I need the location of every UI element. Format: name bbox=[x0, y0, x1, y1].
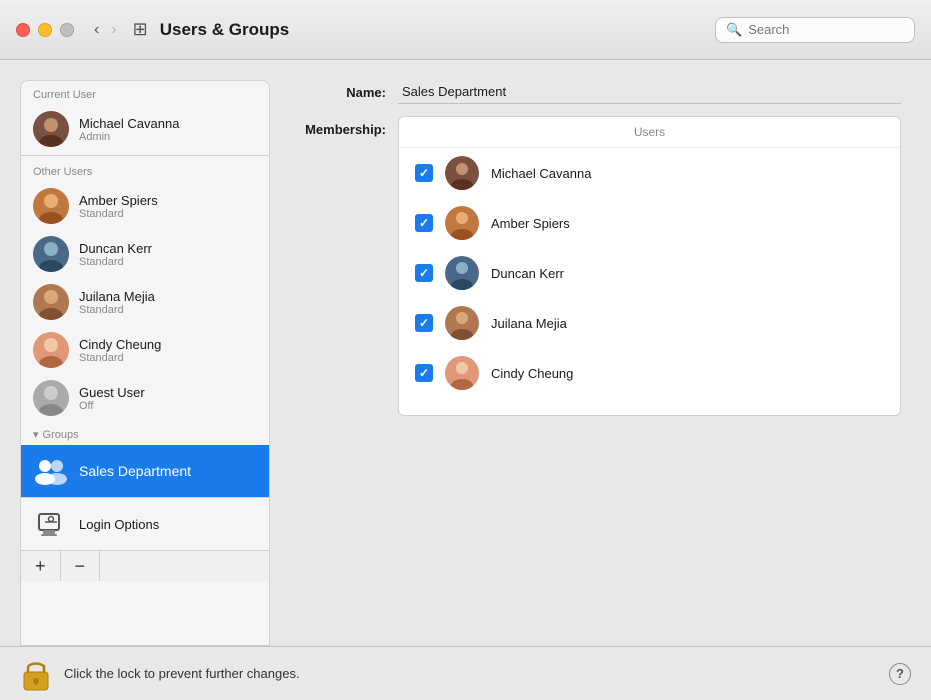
minimize-button[interactable] bbox=[38, 23, 52, 37]
nav-arrows: ‹ › bbox=[90, 19, 121, 41]
sidebar-item-juilana[interactable]: Juilana Mejia Standard bbox=[21, 278, 269, 326]
member-name: Juilana Mejia bbox=[491, 316, 567, 331]
sidebar-item-sales-department[interactable]: Sales Department bbox=[21, 445, 269, 497]
membership-list: ✓ Michael Cavanna ✓ bbox=[399, 148, 900, 415]
login-options-label: Login Options bbox=[79, 517, 159, 532]
avatar bbox=[33, 284, 69, 320]
member-row: ✓ Michael Cavanna bbox=[399, 148, 900, 198]
sidebar-item-duncan[interactable]: Duncan Kerr Standard bbox=[21, 230, 269, 278]
member-name: Cindy Cheung bbox=[491, 366, 573, 381]
member-avatar bbox=[445, 206, 479, 240]
grid-icon[interactable]: ⊞ bbox=[133, 19, 148, 40]
avatar bbox=[33, 332, 69, 368]
groups-label: Groups bbox=[43, 429, 79, 441]
titlebar: ‹ › ⊞ Users & Groups 🔍 bbox=[0, 0, 931, 60]
sidebar-item-cindy[interactable]: Cindy Cheung Standard bbox=[21, 326, 269, 374]
users-header: Users bbox=[399, 117, 900, 148]
current-user-text: Michael Cavanna Admin bbox=[79, 116, 179, 143]
amber-role: Standard bbox=[79, 208, 158, 220]
member-row: ✓ Cindy Cheung bbox=[399, 348, 900, 398]
guest-avatar bbox=[33, 380, 69, 416]
search-icon: 🔍 bbox=[726, 22, 742, 38]
maximize-button[interactable] bbox=[60, 23, 74, 37]
member-name: Michael Cavanna bbox=[491, 166, 591, 181]
amber-text: Amber Spiers Standard bbox=[79, 193, 158, 220]
divider bbox=[21, 155, 269, 156]
bottom-bar: Click the lock to prevent further change… bbox=[0, 646, 931, 700]
duncan-role: Standard bbox=[79, 256, 152, 268]
sidebar: Current User Michael Cavanna Admin Other… bbox=[20, 80, 270, 646]
add-button[interactable]: + bbox=[21, 551, 61, 581]
sales-dept-name: Sales Department bbox=[79, 463, 191, 479]
close-button[interactable] bbox=[16, 23, 30, 37]
amber-name: Amber Spiers bbox=[79, 193, 158, 208]
name-value: Sales Department bbox=[398, 80, 901, 104]
avatar bbox=[33, 188, 69, 224]
sidebar-item-login-options[interactable]: Login Options bbox=[21, 497, 269, 550]
member-name: Duncan Kerr bbox=[491, 266, 564, 281]
login-options-icon bbox=[33, 506, 69, 542]
member-avatar bbox=[445, 156, 479, 190]
search-box: 🔍 bbox=[715, 17, 915, 43]
right-panel: Name: Sales Department Membership: Users… bbox=[286, 80, 911, 646]
membership-label: Membership: bbox=[296, 116, 386, 137]
cindy-name: Cindy Cheung bbox=[79, 337, 161, 352]
duncan-text: Duncan Kerr Standard bbox=[79, 241, 152, 268]
remove-button[interactable]: − bbox=[61, 551, 101, 581]
cindy-role: Standard bbox=[79, 352, 161, 364]
traffic-lights bbox=[16, 23, 74, 37]
sidebar-item-current-user[interactable]: Michael Cavanna Admin bbox=[21, 105, 269, 153]
avatar bbox=[33, 236, 69, 272]
duncan-name: Duncan Kerr bbox=[79, 241, 152, 256]
member-avatar bbox=[445, 306, 479, 340]
sidebar-bottom-buttons: + − bbox=[21, 550, 269, 581]
name-row: Name: Sales Department bbox=[286, 80, 911, 104]
page-title: Users & Groups bbox=[160, 20, 715, 40]
member-row: ✓ Amber Spiers bbox=[399, 198, 900, 248]
lock-text: Click the lock to prevent further change… bbox=[64, 666, 889, 681]
juilana-text: Juilana Mejia Standard bbox=[79, 289, 155, 316]
other-users-header: Other Users bbox=[21, 158, 269, 182]
member-row: ✓ Duncan Kerr bbox=[399, 248, 900, 298]
member-checkbox-cindy[interactable]: ✓ bbox=[415, 364, 433, 382]
current-user-header: Current User bbox=[21, 81, 269, 105]
forward-button[interactable]: › bbox=[107, 19, 120, 41]
member-avatar bbox=[445, 256, 479, 290]
lock-icon[interactable] bbox=[20, 656, 52, 692]
juilana-name: Juilana Mejia bbox=[79, 289, 155, 304]
group-icon bbox=[33, 453, 69, 489]
help-button[interactable]: ? bbox=[889, 663, 911, 685]
chevron-down-icon: ▾ bbox=[33, 428, 39, 441]
name-label: Name: bbox=[296, 85, 386, 100]
member-row: ✓ Juilana Mejia bbox=[399, 298, 900, 348]
member-checkbox-michael[interactable]: ✓ bbox=[415, 164, 433, 182]
membership-box: Users ✓ Michael Cavanna bbox=[398, 116, 901, 416]
current-user-name: Michael Cavanna bbox=[79, 116, 179, 131]
member-checkbox-amber[interactable]: ✓ bbox=[415, 214, 433, 232]
member-checkbox-duncan[interactable]: ✓ bbox=[415, 264, 433, 282]
member-checkbox-juilana[interactable]: ✓ bbox=[415, 314, 433, 332]
cindy-text: Cindy Cheung Standard bbox=[79, 337, 161, 364]
main-content: Current User Michael Cavanna Admin Other… bbox=[0, 60, 931, 646]
membership-row: Membership: Users ✓ Michael Cavanna bbox=[286, 116, 911, 646]
groups-header[interactable]: ▾ Groups bbox=[21, 422, 269, 445]
guest-text: Guest User Off bbox=[79, 385, 145, 412]
current-user-role: Admin bbox=[79, 131, 179, 143]
sidebar-item-guest[interactable]: Guest User Off bbox=[21, 374, 269, 422]
member-avatar bbox=[445, 356, 479, 390]
sidebar-item-amber[interactable]: Amber Spiers Standard bbox=[21, 182, 269, 230]
member-name: Amber Spiers bbox=[491, 216, 570, 231]
avatar bbox=[33, 111, 69, 147]
juilana-role: Standard bbox=[79, 304, 155, 316]
search-input[interactable] bbox=[748, 22, 904, 37]
guest-role: Off bbox=[79, 400, 145, 412]
guest-name: Guest User bbox=[79, 385, 145, 400]
back-button[interactable]: ‹ bbox=[90, 19, 103, 41]
